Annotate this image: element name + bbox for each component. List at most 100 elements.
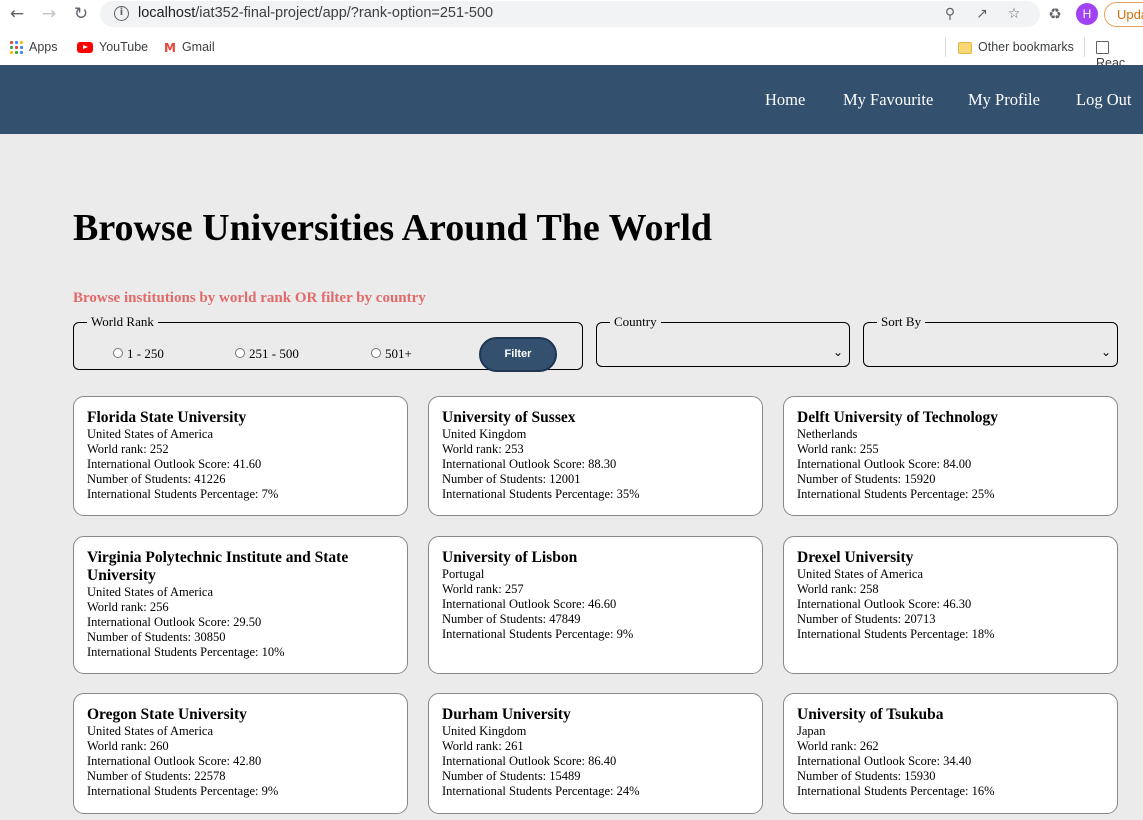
nav-my-favourite[interactable]: My Favourite bbox=[843, 90, 933, 110]
university-rank: World rank: 256 bbox=[87, 600, 169, 614]
bookmark-youtube[interactable]: YouTube bbox=[77, 39, 148, 55]
university-intl-percentage: International Students Percentage: 25% bbox=[797, 487, 995, 501]
bookmark-other-label: Other bookmarks bbox=[978, 40, 1074, 54]
bookmark-separator bbox=[945, 37, 946, 57]
university-rank: World rank: 257 bbox=[442, 582, 524, 596]
university-intl-percentage: International Students Percentage: 9% bbox=[442, 627, 634, 641]
share-icon[interactable]: ↗ bbox=[972, 4, 992, 24]
update-button[interactable]: Upda bbox=[1104, 2, 1143, 27]
university-card[interactable]: Durham University United Kingdom World r… bbox=[428, 693, 763, 814]
university-card[interactable]: Oregon State University United States of… bbox=[73, 693, 408, 814]
page-title: Browse Universities Around The World bbox=[73, 207, 713, 249]
profile-avatar[interactable]: H bbox=[1076, 3, 1098, 25]
university-intl-percentage: International Students Percentage: 35% bbox=[442, 487, 640, 501]
browser-toolbar: ← → ↻ i localhost/iat352-final-project/a… bbox=[0, 0, 1143, 29]
university-name: Florida State University bbox=[87, 409, 247, 426]
university-rank: World rank: 261 bbox=[442, 739, 524, 753]
university-card[interactable]: Florida State University United States o… bbox=[73, 396, 408, 516]
page-subtitle: Browse institutions by world rank OR fil… bbox=[73, 290, 426, 306]
nav-my-profile[interactable]: My Profile bbox=[968, 90, 1040, 110]
rank-option-1-250[interactable]: 1 - 250 bbox=[113, 346, 164, 362]
gmail-icon: M bbox=[164, 40, 176, 55]
rank-option-501-plus[interactable]: 501+ bbox=[371, 346, 412, 362]
forward-arrow-icon[interactable]: → bbox=[39, 4, 59, 24]
university-rank: World rank: 253 bbox=[442, 442, 524, 456]
university-country: United States of America bbox=[797, 567, 924, 581]
bookmark-separator bbox=[1084, 37, 1085, 57]
filter-button[interactable]: Filter bbox=[479, 337, 557, 372]
apps-grid-icon bbox=[10, 41, 23, 55]
bookmark-reading-list[interactable]: Reac bbox=[1096, 39, 1143, 70]
university-rank: World rank: 262 bbox=[797, 739, 879, 753]
url-host: localhost bbox=[138, 5, 196, 21]
bookmark-apps-label: Apps bbox=[29, 40, 58, 54]
radio-button-icon[interactable] bbox=[235, 348, 245, 358]
nav-home[interactable]: Home bbox=[765, 90, 805, 110]
rank-option-label: 501+ bbox=[385, 346, 412, 361]
university-students: Number of Students: 15489 bbox=[442, 769, 581, 783]
university-name: Virginia Polytechnic Institute and State… bbox=[87, 549, 349, 584]
university-intl-percentage: International Students Percentage: 7% bbox=[87, 487, 279, 501]
bookmark-youtube-label: YouTube bbox=[99, 40, 149, 54]
radio-button-icon[interactable] bbox=[371, 348, 381, 358]
world-rank-legend: World Rank bbox=[91, 314, 154, 329]
university-name: University of Sussex bbox=[442, 409, 576, 426]
bookmark-other[interactable]: Other bookmarks bbox=[958, 39, 1074, 55]
university-country: United States of America bbox=[87, 427, 214, 441]
extensions-icon[interactable]: ♻ bbox=[1045, 4, 1065, 24]
university-name: Drexel University bbox=[797, 549, 914, 566]
bookmark-gmail-label: Gmail bbox=[181, 40, 215, 54]
university-country: Netherlands bbox=[797, 427, 858, 441]
url-text[interactable]: localhost/iat352-final-project/app/?rank… bbox=[138, 5, 493, 21]
university-card[interactable]: University of Tsukuba Japan World rank: … bbox=[783, 693, 1118, 814]
university-country: United Kingdom bbox=[442, 427, 527, 441]
university-card[interactable]: University of Lisbon Portugal World rank… bbox=[428, 536, 763, 674]
nav-log-out[interactable]: Log Out bbox=[1076, 90, 1131, 110]
university-outlook: International Outlook Score: 46.30 bbox=[797, 597, 972, 611]
university-students: Number of Students: 22578 bbox=[87, 769, 226, 783]
university-outlook: International Outlook Score: 46.60 bbox=[442, 597, 617, 611]
university-intl-percentage: International Students Percentage: 9% bbox=[87, 784, 279, 798]
university-outlook: International Outlook Score: 41.60 bbox=[87, 457, 262, 471]
university-card[interactable]: Virginia Polytechnic Institute and State… bbox=[73, 536, 408, 674]
address-bar[interactable]: i localhost/iat352-final-project/app/?ra… bbox=[100, 1, 1040, 27]
country-legend: Country bbox=[614, 314, 657, 329]
university-card[interactable]: Delft University of Technology Netherlan… bbox=[783, 396, 1118, 516]
university-outlook: International Outlook Score: 29.50 bbox=[87, 615, 262, 629]
sort-by-select[interactable]: Sort By ⌄ bbox=[863, 314, 1118, 367]
zoom-icon[interactable]: ⚲ bbox=[940, 4, 960, 24]
folder-icon bbox=[958, 41, 972, 54]
university-country: United States of America bbox=[87, 585, 214, 599]
university-students: Number of Students: 30850 bbox=[87, 630, 226, 644]
radio-button-icon[interactable] bbox=[113, 348, 123, 358]
youtube-icon bbox=[77, 42, 93, 54]
university-students: Number of Students: 47849 bbox=[442, 612, 581, 626]
back-arrow-icon[interactable]: ← bbox=[7, 4, 27, 24]
sort-by-legend: Sort By bbox=[881, 314, 922, 329]
bookmark-apps[interactable]: Apps bbox=[10, 39, 58, 55]
star-icon[interactable]: ☆ bbox=[1004, 4, 1024, 24]
university-country: United Kingdom bbox=[442, 724, 527, 738]
info-icon[interactable]: i bbox=[114, 6, 129, 21]
rank-option-label: 1 - 250 bbox=[127, 346, 164, 361]
university-card[interactable]: University of Sussex United Kingdom Worl… bbox=[428, 396, 763, 516]
world-rank-filter: World Rank 1 - 250 251 - 500 501+ Filter bbox=[73, 314, 583, 372]
university-intl-percentage: International Students Percentage: 18% bbox=[797, 627, 995, 641]
university-intl-percentage: International Students Percentage: 24% bbox=[442, 784, 640, 798]
university-students: Number of Students: 15930 bbox=[797, 769, 936, 783]
rank-option-label: 251 - 500 bbox=[249, 346, 299, 361]
bookmark-gmail[interactable]: M Gmail bbox=[164, 39, 215, 55]
rank-option-251-500[interactable]: 251 - 500 bbox=[235, 346, 299, 362]
university-outlook: International Outlook Score: 88.30 bbox=[442, 457, 617, 471]
site-header: Home My Favourite My Profile Log Out bbox=[0, 65, 1143, 134]
reload-icon[interactable]: ↻ bbox=[71, 4, 91, 24]
university-students: Number of Students: 15920 bbox=[797, 472, 936, 486]
chevron-down-icon[interactable]: ⌄ bbox=[1101, 345, 1111, 359]
university-outlook: International Outlook Score: 84.00 bbox=[797, 457, 972, 471]
chevron-down-icon[interactable]: ⌄ bbox=[833, 345, 843, 359]
bookmarks-bar: Apps YouTube M Gmail Other bookmarks Reac bbox=[0, 29, 1143, 70]
university-name: Delft University of Technology bbox=[797, 409, 999, 426]
country-select[interactable]: Country ⌄ bbox=[596, 314, 850, 367]
university-card[interactable]: Drexel University United States of Ameri… bbox=[783, 536, 1118, 674]
university-rank: World rank: 252 bbox=[87, 442, 169, 456]
